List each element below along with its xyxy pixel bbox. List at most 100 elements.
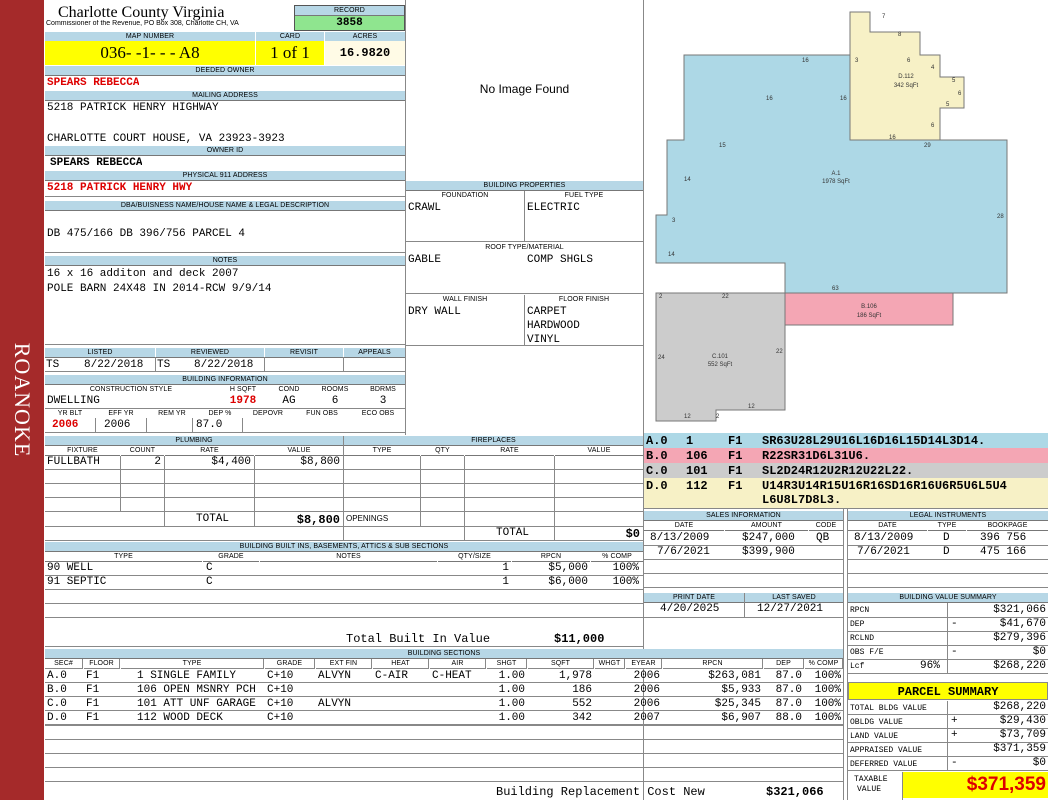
vs-rpcn-label: RPCN: [850, 606, 870, 615]
fp-h-type: TYPE: [344, 446, 420, 456]
legal-date-1: 7/6/2021: [857, 546, 910, 558]
fp-total-value: $0: [625, 527, 640, 541]
sections-header-air: AIR: [430, 659, 486, 669]
parcel-row-value: $29,430: [999, 715, 1046, 727]
sketch-dim-16: 28: [997, 214, 1004, 220]
print-date-label: PRINT DATE: [644, 593, 744, 603]
effyr-value: 2006: [104, 419, 131, 431]
section-cell-shgt: 1.00: [498, 698, 525, 710]
vs-rpcn: $321,066: [993, 604, 1046, 616]
sketch-label-d: D.112: [898, 74, 914, 80]
bi-total-value: $11,000: [554, 632, 605, 646]
section-cell-eyear: 2007: [633, 712, 660, 724]
plumb-h-fixture: FIXTURE: [45, 446, 120, 456]
bi-h-comp: % COMP: [591, 552, 643, 562]
section-cell-comp: 100%: [814, 684, 841, 696]
plumb-rate: $4,400: [211, 456, 251, 468]
section-cell-sec: B.0: [47, 684, 67, 696]
map-number: 036- -1- - - A8: [45, 41, 255, 65]
remyr-label: REM YR: [147, 409, 197, 418]
record-label: RECORD: [295, 6, 404, 16]
section-cell-shgt: 1.00: [498, 670, 525, 682]
bi-h-notes: NOTES: [260, 552, 437, 562]
reviewed-label: REVIEWED: [156, 348, 264, 358]
dep-label: DEP %: [198, 409, 242, 418]
fp-h-qty: QTY: [421, 446, 464, 456]
legal-desc-value: DB 475/166 DB 396/756 PARCEL 4: [47, 228, 246, 240]
rooms-value: 6: [331, 395, 339, 407]
sections-header-grade: GRADE: [265, 659, 315, 669]
plumb-h-rate: RATE: [165, 446, 254, 456]
plumb-count: 2: [154, 456, 161, 468]
record-value: 3858: [295, 16, 404, 30]
owner-label: DEEDED OWNER: [45, 66, 405, 76]
roof-value2: COMP SHGLS: [527, 254, 594, 266]
plumb-total-value: $8,800: [296, 513, 340, 527]
vs-obs: $0: [1032, 646, 1046, 658]
yrblt-value: 2006: [52, 419, 79, 431]
parcel-row-value: $268,220: [993, 701, 1046, 713]
floor-label: FLOOR FINISH: [525, 295, 643, 304]
section-cell-dep: 88.0: [775, 712, 802, 724]
segment-code: 101: [686, 464, 708, 478]
parcel-row-sign: +: [951, 715, 958, 727]
section-cell-sec: C.0: [47, 698, 67, 710]
segment-sec: D.0: [646, 479, 668, 493]
section-cell-floor: F1: [86, 670, 100, 682]
sketch-dim-24: 12: [748, 404, 755, 410]
sections-label: BUILDING SECTIONS: [45, 649, 843, 659]
sections-header-dep: DEP: [764, 659, 804, 669]
plumb-h-count: COUNT: [121, 446, 164, 456]
last-saved-value: 12/27/2021: [757, 603, 824, 615]
fuel-label: FUEL TYPE: [525, 191, 643, 200]
parcel-row-label: LAND VALUE: [850, 732, 899, 741]
sections-header-type: TYPE: [121, 659, 264, 669]
bi-h-rpcn: RPCN: [512, 552, 590, 562]
section-cell-rpcn: $6,907: [721, 712, 761, 724]
parcel-row-label: OBLDG VALUE: [850, 718, 903, 727]
section-cell-comp: 100%: [814, 698, 841, 710]
segment-path: U14R3U14R15U16R16SD16R16U6R5U6L5U4: [762, 479, 1007, 493]
sidebar-label: ROANOKE: [0, 300, 44, 500]
floor-value2: HARDWOOD: [527, 320, 580, 332]
fuel-value: ELECTRIC: [527, 202, 580, 214]
vs-obs-sign: -: [951, 646, 958, 658]
building-sketch: A.1 1978 SqFt B.106 186 SqFt C.101 552 S…: [655, 11, 1008, 422]
section-cell-type: 106 OPEN MSNRY PCH: [137, 684, 256, 696]
segment-floor: F1: [728, 434, 743, 448]
bi-h-grade: GRADE: [203, 552, 259, 562]
sections-header-comp: % COMP: [805, 659, 843, 669]
wall-label: WALL FINISH: [406, 295, 524, 304]
section-cell-heat: C-AIR: [375, 670, 409, 682]
revisit-label: REVISIT: [265, 348, 343, 358]
parcel-row-label: DEFERRED VALUE: [850, 760, 918, 769]
sketch-dim-10: 16: [840, 96, 847, 102]
sidebar-label-text: ROANOKE: [10, 342, 35, 458]
commissioner: Commissioner of the Revenue, PO Box 308,…: [46, 20, 239, 27]
style-label: CONSTRUCTION STYLE: [45, 385, 217, 394]
owner-name: SPEARS REBECCA: [47, 77, 140, 89]
roof-value1: GABLE: [408, 254, 442, 266]
vs-rclnd-label: RCLND: [850, 634, 875, 643]
bdrms-label: BDRMS: [361, 385, 405, 394]
sections-header-heat: HEAT: [373, 659, 429, 669]
parcel-row-value: $73,709: [999, 729, 1046, 741]
section-cell-floor: F1: [86, 712, 100, 724]
segment-row: B.0 106 F1 R22SR31D6L31U6.: [644, 448, 1048, 463]
bi-comp-1: 100%: [612, 576, 639, 588]
sketch-dim-15: 14: [684, 177, 691, 183]
vs-dep: $41,670: [999, 618, 1046, 630]
segment-row: A.0 1 F1 SR63U28L29U16L16D16L15D14L3D14.: [644, 433, 1048, 448]
sketch-area-b: 186 SqFt: [857, 313, 882, 319]
legal-date-0: 8/13/2009: [854, 532, 914, 544]
legal-h-type: TYPE: [928, 521, 966, 531]
section-cell-type: 112 WOOD DECK: [137, 712, 223, 724]
parcel-row-sign: +: [951, 729, 958, 741]
vs-rclnd: $279,396: [993, 632, 1046, 644]
sales-label: SALES INFORMATION: [644, 511, 843, 521]
parcel-summary-label: PARCEL SUMMARY: [848, 682, 1048, 700]
funobs-label: FUN OBS: [294, 409, 350, 418]
bi-type-1: 91 SEPTIC: [47, 576, 107, 588]
bi-grade-0: C: [206, 562, 213, 574]
sketch-dim-22: 22: [776, 349, 783, 355]
